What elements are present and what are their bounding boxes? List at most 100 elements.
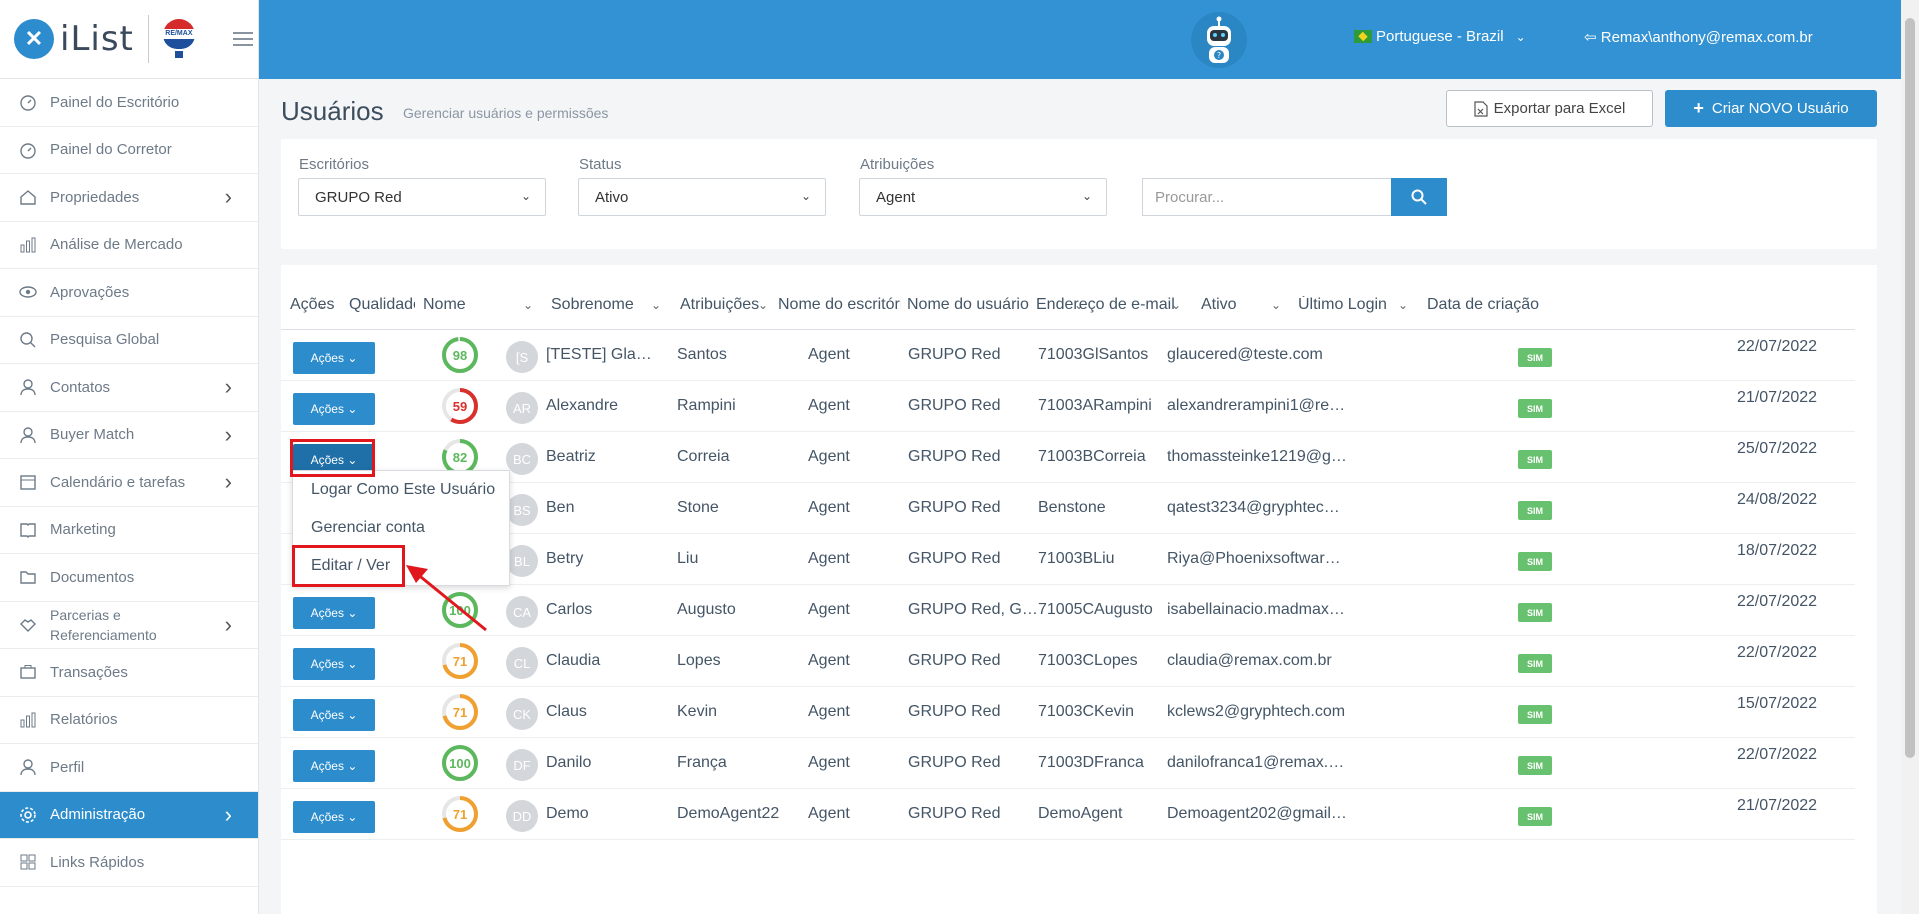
chevron-down-icon: ⌄	[343, 657, 358, 671]
table-row[interactable]: Ações ⌄ 82 BC Beatriz Correia Agent GRUPO Red 7…	[281, 432, 1855, 483]
gear-icon	[18, 805, 38, 825]
chevron-down-icon[interactable]: ⌄	[758, 298, 768, 312]
column-header-first-name[interactable]: Nome	[423, 296, 523, 314]
created-date-cell: 21/07/2022	[1737, 389, 1818, 406]
avatar: [S	[506, 341, 538, 373]
sidebar-item-14[interactable]: Perfil	[0, 744, 258, 792]
table-row[interactable]: Ações ⌄BLBetryLiuAgentGRUPO Red71003BLiu…	[281, 534, 1855, 585]
actions-button[interactable]: Ações ⌄	[293, 393, 375, 425]
column-header-office-name[interactable]: Nome do escritório	[778, 296, 901, 314]
scrollbar-thumb[interactable]	[1905, 18, 1915, 758]
language-selector[interactable]: Portuguese - Brazil ⌄	[1354, 28, 1526, 45]
column-header-active[interactable]: Ativo	[1201, 296, 1276, 314]
actions-button[interactable]: Ações ⌄	[293, 801, 375, 833]
created-date-cell: 25/07/2022	[1737, 440, 1818, 457]
email-cell: alexandrerampini1@remax.com.br	[1167, 397, 1347, 414]
column-header-created-date[interactable]: Data de criação	[1427, 296, 1547, 314]
ilist-logo-icon[interactable]: ✕	[14, 19, 54, 59]
table-row[interactable]: Ações ⌄100CACarlosAugustoAgentGRUPO Red,…	[281, 585, 1855, 636]
chevron-down-icon[interactable]: ⌄	[523, 298, 533, 312]
sidebar-item-label: Calendário e tarefas	[50, 473, 186, 491]
avatar: DD	[506, 800, 538, 832]
sidebar-item-label: Painel do Escritório	[50, 93, 180, 111]
column-header-last-name[interactable]: Sobrenome	[551, 296, 651, 314]
table-row[interactable]: Ações ⌄ 71 DD Demo DemoAgent22 Agent GRUPO Red…	[281, 789, 1855, 840]
table-row[interactable]: Ações ⌄ 98 [S [TESTE] Glauce Santos Agent GRUP…	[281, 330, 1855, 381]
actions-button[interactable]: Ações ⌄	[293, 648, 375, 680]
table-row[interactable]: Ações ⌄ 100 DF Danilo França Agent GRUPO Red 71…	[281, 738, 1855, 789]
language-label: Portuguese - Brazil	[1376, 28, 1504, 45]
sidebar-item-label: Transações	[50, 663, 128, 681]
sidebar-item-8[interactable]: Calendário e tarefas ›	[0, 459, 258, 507]
sidebar-item-5[interactable]: Pesquisa Global	[0, 317, 258, 364]
first-name-cell: Alexandre	[546, 397, 619, 414]
username-cell: DemoAgent	[1038, 805, 1123, 822]
column-header-username[interactable]: Nome do usuário	[907, 296, 1035, 314]
first-name-cell: Danilo	[546, 754, 592, 771]
status-badge: SIM	[1518, 348, 1552, 367]
sidebar-item-11[interactable]: Parcerias e Referenciamento ›	[0, 602, 258, 649]
sidebar-item-label: Documentos	[50, 568, 135, 586]
hamburger-menu-icon[interactable]	[232, 28, 253, 50]
last-name-cell: Santos	[677, 346, 727, 363]
actions-button[interactable]: Ações ⌄	[293, 597, 375, 629]
manage-account-menu-item[interactable]: Gerenciar conta	[311, 519, 425, 537]
ilist-logo-text[interactable]: iList	[60, 19, 134, 59]
user-account-link[interactable]: ⇦ Remax\anthony@remax.com.br	[1584, 28, 1813, 46]
table-row[interactable]: Ações ⌄ 71 CL Claudia Lopes Agent GRUPO Red 710…	[281, 636, 1855, 687]
last-name-cell: França	[677, 754, 727, 771]
sidebar-item-15[interactable]: Administração ›	[0, 791, 258, 839]
chevron-down-icon[interactable]: ⌄	[318, 298, 328, 312]
column-header-last-login[interactable]: Último Login	[1298, 296, 1408, 314]
role-cell: Agent	[808, 448, 850, 465]
eye-icon	[18, 282, 38, 302]
search-button[interactable]	[1391, 178, 1447, 216]
username-cell: 71003DFranca	[1038, 754, 1144, 771]
chevron-down-icon[interactable]: ⌄	[1171, 298, 1181, 312]
table-row[interactable]: Ações ⌄ 71 CK Claus Kevin Agent GRUPO Red 71003…	[281, 687, 1855, 738]
sidebar-item-1[interactable]: Painel do Corretor	[0, 127, 258, 174]
person-icon	[18, 757, 38, 777]
role-cell: Agent	[808, 346, 850, 363]
sidebar-item-label: Links Rápidos	[50, 853, 145, 871]
handshake-icon	[18, 615, 38, 635]
get-app-text[interactable]: Get The Agent App	[0, 887, 258, 914]
sidebar-item-13[interactable]: Relatórios	[0, 697, 258, 744]
sidebar-item-label: Parcerias e Referenciamento	[50, 606, 157, 643]
create-user-button[interactable]: + Criar NOVO Usuário	[1665, 90, 1877, 127]
remax-logo-icon: RE/MAX	[162, 19, 195, 59]
top-header: ? Portuguese - Brazil ⌄ ⇦ Remax\anthony@…	[259, 0, 1901, 79]
page-scrollbar[interactable]	[1901, 0, 1919, 914]
chevron-right-icon: ›	[224, 374, 232, 400]
sidebar-item-9[interactable]: Marketing	[0, 507, 258, 554]
table-row[interactable]: Ações ⌄ 59 AR Alexandre Rampini Agent GRUPO Re…	[281, 381, 1855, 432]
sidebar-item-3[interactable]: Análise de Mercado	[0, 222, 258, 269]
chevron-down-icon[interactable]: ⌄	[1271, 298, 1281, 312]
actions-button[interactable]: Ações ⌄	[293, 342, 375, 374]
search-input[interactable]	[1142, 178, 1392, 216]
sidebar-item-0[interactable]: Painel do Escritório	[0, 79, 258, 127]
sidebar-item-16[interactable]: Links Rápidos	[0, 839, 258, 887]
sidebar-item-7[interactable]: Buyer Match ›	[0, 412, 258, 459]
actions-button[interactable]: Ações ⌄	[293, 699, 375, 731]
column-header-email[interactable]: Endereço de e-mail	[1036, 296, 1191, 314]
sidebar-item-12[interactable]: Transações	[0, 649, 258, 697]
chevron-down-icon[interactable]: ⌄	[651, 298, 661, 312]
office-filter-select[interactable]: GRUPO Red ⌄	[298, 178, 546, 216]
office-cell: GRUPO Red	[908, 346, 1001, 363]
status-filter-select[interactable]: Ativo ⌄	[578, 178, 826, 216]
sidebar-item-4[interactable]: Aprovações	[0, 269, 258, 317]
export-excel-button[interactable]: Exportar para Excel	[1446, 90, 1653, 127]
sidebar-item-6[interactable]: Contatos ›	[0, 364, 258, 412]
sidebar-item-2[interactable]: Propriedades ›	[0, 174, 258, 222]
login-as-user-menu-item[interactable]: Logar Como Este Usuário	[311, 481, 495, 499]
roles-filter-select[interactable]: Agent ⌄	[859, 178, 1107, 216]
chevron-down-icon: ⌄	[343, 351, 358, 365]
chevron-down-icon[interactable]: ⌄	[1398, 298, 1408, 312]
column-header-quality[interactable]: Qualidade	[349, 296, 415, 314]
contacts-icon	[18, 377, 38, 397]
robot-assistant-icon[interactable]: ?	[1189, 8, 1249, 72]
actions-button[interactable]: Ações ⌄	[293, 750, 375, 782]
sidebar-item-10[interactable]: Documentos	[0, 554, 258, 602]
table-row[interactable]: Ações ⌄BSBenStoneAgentGRUPO RedBenstoneq…	[281, 483, 1855, 534]
